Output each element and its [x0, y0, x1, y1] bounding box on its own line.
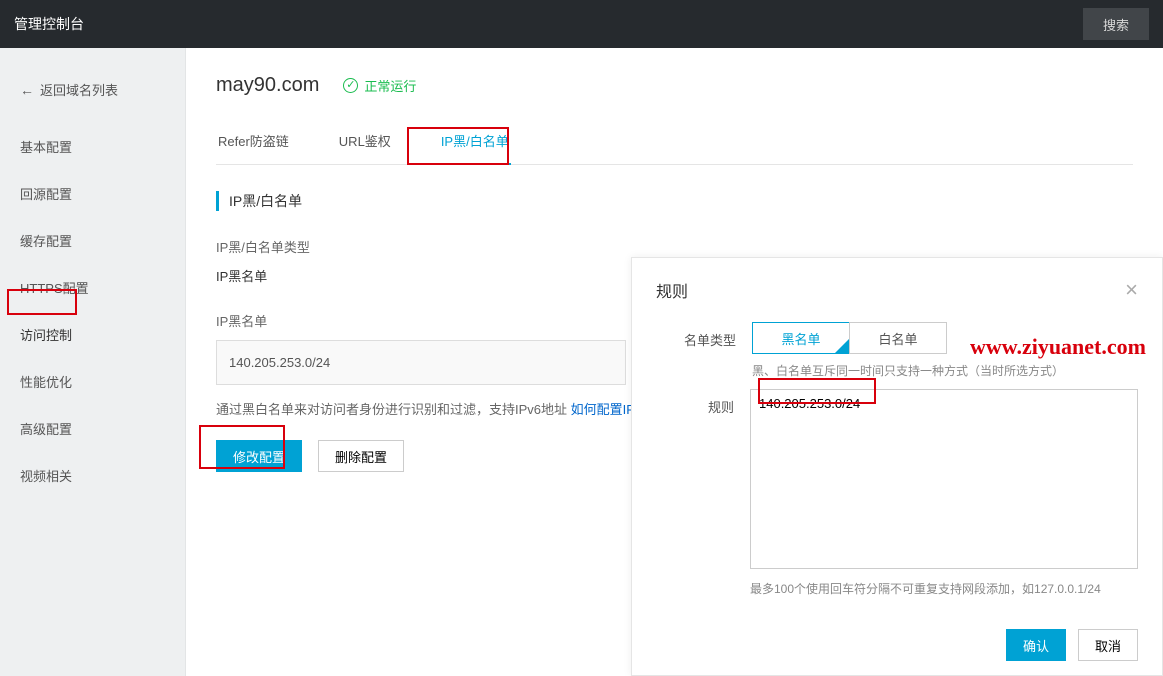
console-title: 管理控制台 — [14, 14, 84, 34]
status-text: 正常运行 — [364, 76, 416, 95]
back-link[interactable]: ← 返回域名列表 — [0, 70, 185, 123]
status-badge: ✓ 正常运行 — [343, 76, 416, 95]
cancel-button[interactable]: 取消 — [1078, 629, 1138, 661]
rules-modal: 规则 × 名单类型 黑名单 白名单 黑、白名单互斥同一时间只支持一种方式（当时所… — [631, 257, 1163, 676]
sidebar-item-origin[interactable]: 回源配置 — [0, 170, 185, 217]
rule-hint: 最多100个使用回车符分隔不可重复支持网段添加，如127.0.0.1/24 — [750, 580, 1138, 597]
sidebar-item-performance[interactable]: 性能优化 — [0, 358, 185, 405]
list-type-hint: 黑、白名单互斥同一时间只支持一种方式（当时所选方式） — [752, 362, 1138, 379]
tab-url-auth[interactable]: URL鉴权 — [337, 119, 393, 165]
list-type-segmented: 黑名单 白名单 — [752, 322, 1138, 354]
sidebar: ← 返回域名列表 基本配置 回源配置 缓存配置 HTTPS配置 访问控制 性能优… — [0, 48, 186, 676]
sidebar-item-advanced[interactable]: 高级配置 — [0, 405, 185, 452]
type-label: IP黑/白名单类型 — [216, 237, 1133, 256]
back-arrow-icon: ← — [20, 83, 34, 97]
ip-list-box: 140.205.253.0/24 — [216, 340, 626, 385]
tab-refer[interactable]: Refer防盗链 — [216, 119, 291, 165]
modal-title: 规则 — [656, 278, 688, 302]
back-link-label: 返回域名列表 — [40, 80, 118, 99]
rule-label: 规则 — [656, 389, 750, 597]
list-type-label: 名单类型 — [656, 322, 752, 379]
status-ok-icon: ✓ — [343, 78, 358, 93]
section-title: IP黑/白名单 — [216, 191, 1133, 211]
sidebar-item-https[interactable]: HTTPS配置 — [0, 264, 185, 311]
sidebar-item-cache[interactable]: 缓存配置 — [0, 217, 185, 264]
sidebar-item-basic[interactable]: 基本配置 — [0, 123, 185, 170]
close-icon[interactable]: × — [1125, 279, 1138, 301]
sidebar-item-access-control[interactable]: 访问控制 — [0, 311, 185, 358]
rule-textarea[interactable] — [750, 389, 1138, 569]
seg-whitelist[interactable]: 白名单 — [849, 322, 947, 354]
seg-blacklist[interactable]: 黑名单 — [752, 322, 850, 354]
search-button[interactable]: 搜索 — [1083, 8, 1149, 40]
delete-button[interactable]: 删除配置 — [318, 440, 404, 472]
sidebar-item-video[interactable]: 视频相关 — [0, 452, 185, 499]
hint-prefix: 通过黑白名单来对访问者身份进行识别和过滤，支持IPv6地址 — [216, 402, 571, 417]
modify-button[interactable]: 修改配置 — [216, 440, 302, 472]
domain-name: may90.com — [216, 74, 319, 97]
confirm-button[interactable]: 确认 — [1006, 629, 1066, 661]
tab-ip-list[interactable]: IP黑/白名单 — [439, 119, 511, 165]
